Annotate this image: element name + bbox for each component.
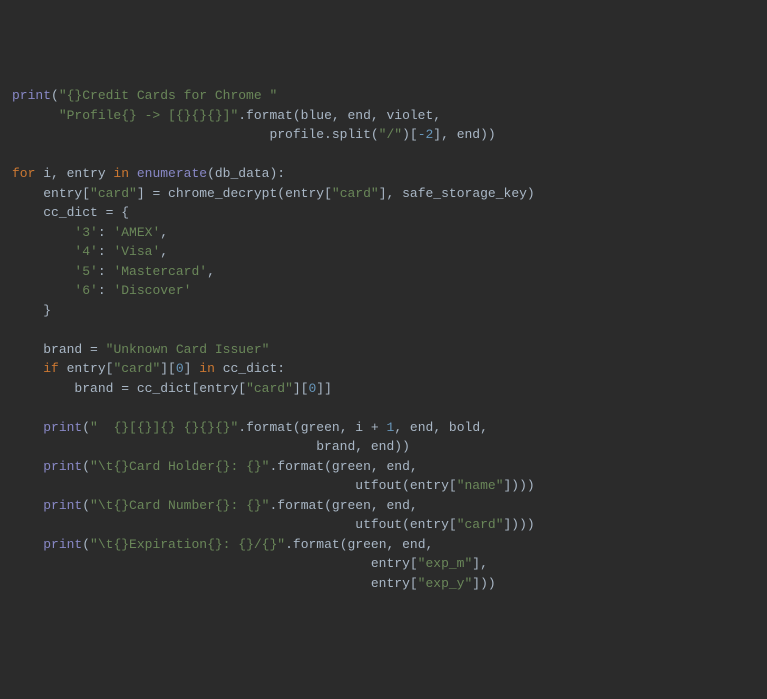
code-line: '5': 'Mastercard',: [12, 264, 215, 279]
dict-key: '5': [74, 264, 97, 279]
builtin-print: print: [43, 459, 82, 474]
rhs: ], safe_storage_key): [379, 186, 535, 201]
keyword-in: in: [199, 361, 215, 376]
code-line: brand = "Unknown Card Issuer": [12, 342, 269, 357]
args: (db_data):: [207, 166, 285, 181]
code-line: print("\t{}Card Number{}: {}".format(gre…: [12, 498, 418, 513]
code-line: brand, end)): [12, 439, 410, 454]
args: profile.split(: [269, 127, 378, 142]
method-call: .format: [238, 420, 293, 435]
string-literal: "/": [379, 127, 402, 142]
builtin-enumerate: enumerate: [137, 166, 207, 181]
code-line: utfout(entry["name"]))): [12, 478, 535, 493]
code-line: cc_dict = {: [12, 205, 129, 220]
code-line: "Profile{} -> [{}{}{}]".format(blue, end…: [12, 108, 441, 123]
number-literal: 0: [176, 361, 184, 376]
string-literal: "exp_m": [418, 556, 473, 571]
code-line: entry["card"] = chrome_decrypt(entry["ca…: [12, 186, 535, 201]
code-editor[interactable]: print("{}Credit Cards for Chrome " "Prof…: [12, 86, 755, 593]
keyword-if: if: [43, 361, 59, 376]
code-line: '4': 'Visa',: [12, 244, 168, 259]
dict-close: }: [43, 303, 51, 318]
method-call: .format: [285, 537, 340, 552]
string-literal: "exp_y": [418, 576, 473, 591]
builtin-print: print: [43, 420, 82, 435]
string-literal: " {}[{}]{} {}{}{}": [90, 420, 238, 435]
code-line: print(" {}[{}]{} {}{}{}".format(green, i…: [12, 420, 488, 435]
mid: ] = chrome_decrypt(entry[: [137, 186, 332, 201]
number-literal: -2: [418, 127, 434, 142]
dict-key: '3': [74, 225, 97, 240]
dict-val: 'Discover': [113, 283, 191, 298]
string-literal: "card": [332, 186, 379, 201]
string-literal: "card": [457, 517, 504, 532]
keyword-in: in: [113, 166, 129, 181]
code-line: for i, entry in enumerate(db_data):: [12, 166, 285, 181]
code-line: print("\t{}Card Holder{}: {}".format(gre…: [12, 459, 418, 474]
method-call: .format: [269, 459, 324, 474]
lhs: brand =: [43, 342, 105, 357]
string-literal: "card": [246, 381, 293, 396]
dict-open: cc_dict = {: [43, 205, 129, 220]
string-literal: "{}Credit Cards for Chrome ": [59, 88, 277, 103]
paren: (: [51, 88, 59, 103]
dict-key: '6': [74, 283, 97, 298]
string-literal: "card": [90, 186, 137, 201]
lhs: entry[: [43, 186, 90, 201]
builtin-print: print: [12, 88, 51, 103]
code-line: entry["exp_m"],: [12, 556, 488, 571]
dict-val: 'Visa': [113, 244, 160, 259]
code-line: entry["exp_y"])): [12, 576, 496, 591]
idx: ], end)): [433, 127, 495, 142]
string-literal: "\t{}Card Number{}: {}": [90, 498, 269, 513]
string-literal: "Unknown Card Issuer": [106, 342, 270, 357]
code-line: utfout(entry["card"]))): [12, 517, 535, 532]
string-literal: "\t{}Card Holder{}: {}": [90, 459, 269, 474]
code-line: if entry["card"][0] in cc_dict:: [12, 361, 285, 376]
method-call: .format: [238, 108, 293, 123]
string-literal: "\t{}Expiration{}: {}/{}": [90, 537, 285, 552]
string-literal: "name": [457, 478, 504, 493]
args: (blue, end, violet,: [293, 108, 441, 123]
keyword-for: for: [12, 166, 35, 181]
code-line: profile.split("/")[-2], end)): [12, 127, 496, 142]
string-literal: "Profile{} -> [{}{}{}]": [59, 108, 238, 123]
code-line: print("\t{}Expiration{}: {}/{}".format(g…: [12, 537, 433, 552]
builtin-print: print: [43, 537, 82, 552]
code-line: }: [12, 303, 51, 318]
method-call: .format: [269, 498, 324, 513]
loop-vars: i, entry: [35, 166, 113, 181]
code-line: '6': 'Discover': [12, 283, 191, 298]
idx: )[: [402, 127, 418, 142]
code-line: print("{}Credit Cards for Chrome ": [12, 88, 277, 103]
string-literal: "card": [113, 361, 160, 376]
code-line: '3': 'AMEX',: [12, 225, 168, 240]
dict-key: '4': [74, 244, 97, 259]
code-line: brand = cc_dict[entry["card"][0]]: [12, 381, 332, 396]
dict-val: 'AMEX': [113, 225, 160, 240]
builtin-print: print: [43, 498, 82, 513]
dict-val: 'Mastercard': [113, 264, 207, 279]
